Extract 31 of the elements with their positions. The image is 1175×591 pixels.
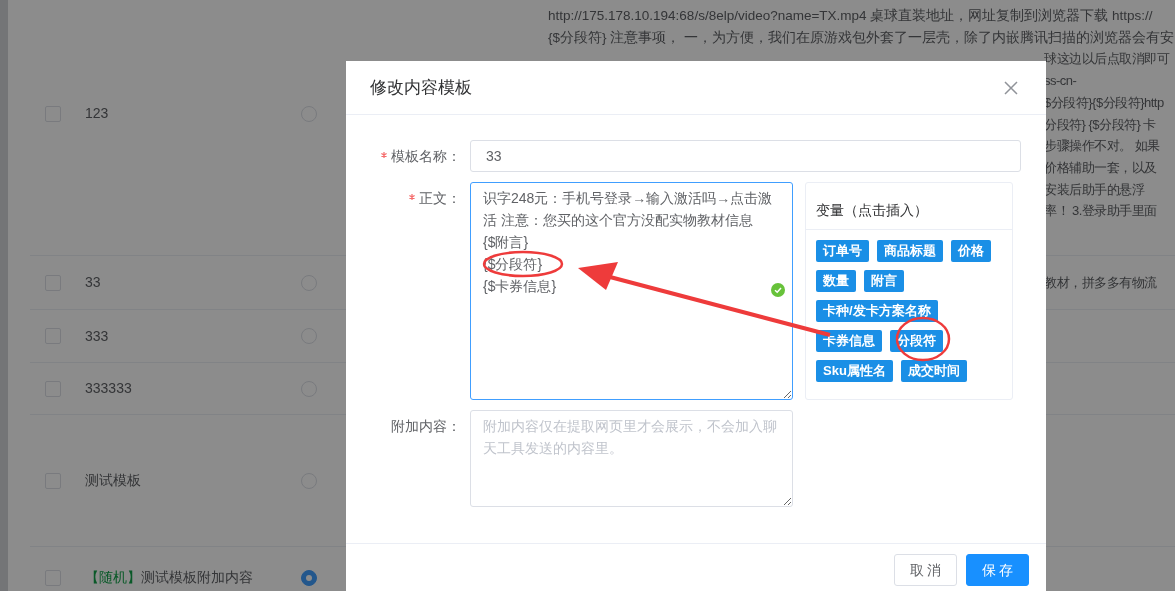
variable-tag[interactable]: 价格 — [951, 240, 991, 262]
variable-tag[interactable]: Sku属性名 — [816, 360, 893, 382]
variable-tag[interactable]: 成交时间 — [900, 360, 967, 382]
variable-tag[interactable]: 商品标题 — [877, 240, 943, 262]
save-button[interactable]: 保 存 — [966, 554, 1029, 586]
template-name: 333333 — [85, 379, 132, 398]
variable-tag[interactable]: 附言 — [864, 270, 904, 292]
cancel-button[interactable]: 取 消 — [894, 554, 957, 586]
highlight-circle — [895, 316, 951, 362]
template-name: 测试模板 — [85, 471, 141, 490]
name-input[interactable]: 33 — [470, 140, 1021, 172]
content-text: 价格辅助一套，以及 — [1044, 158, 1158, 177]
field-label: 模板名称： — [391, 146, 461, 166]
variable-tag[interactable]: 订单号 — [816, 240, 869, 262]
close-icon[interactable] — [1004, 80, 1018, 95]
panel-title: 变量（点击插入） — [806, 183, 1012, 230]
template-name: 333 — [85, 326, 109, 346]
dialog-title: 修改内容模板 — [370, 76, 472, 99]
extra-textarea[interactable]: 附加内容仅在提取网页里才会展示，不会加入聊天工具发送的内容里。 — [470, 410, 793, 507]
field-label: 附加内容： — [391, 416, 461, 436]
template-name: 123 — [85, 104, 109, 123]
content-text: 球这边以后点取消即可 — [1044, 50, 1171, 69]
content-text: http://175.178.10.194:68/s/8elp/video?name=TX.mp4 桌球直装地址，网址复制到浏览器下载 https:// — [548, 7, 1154, 25]
template-name: 测试模板附加内容 — [141, 568, 253, 587]
variable-tag[interactable]: 数量 — [816, 270, 856, 292]
variable-tag[interactable]: 卡种/发卡方案名称 — [816, 300, 938, 322]
content-text: {$分段符} 注意事项， 一，为方便，我们在原游戏包外套了一层壳，除了内嵌腾讯扫描的浏览器会有安 — [548, 28, 1175, 47]
field-label: 正文： — [419, 188, 461, 208]
tag-label: 【随机】 — [85, 568, 141, 587]
radio-button[interactable] — [301, 569, 317, 586]
template-name: 33 — [85, 273, 101, 292]
